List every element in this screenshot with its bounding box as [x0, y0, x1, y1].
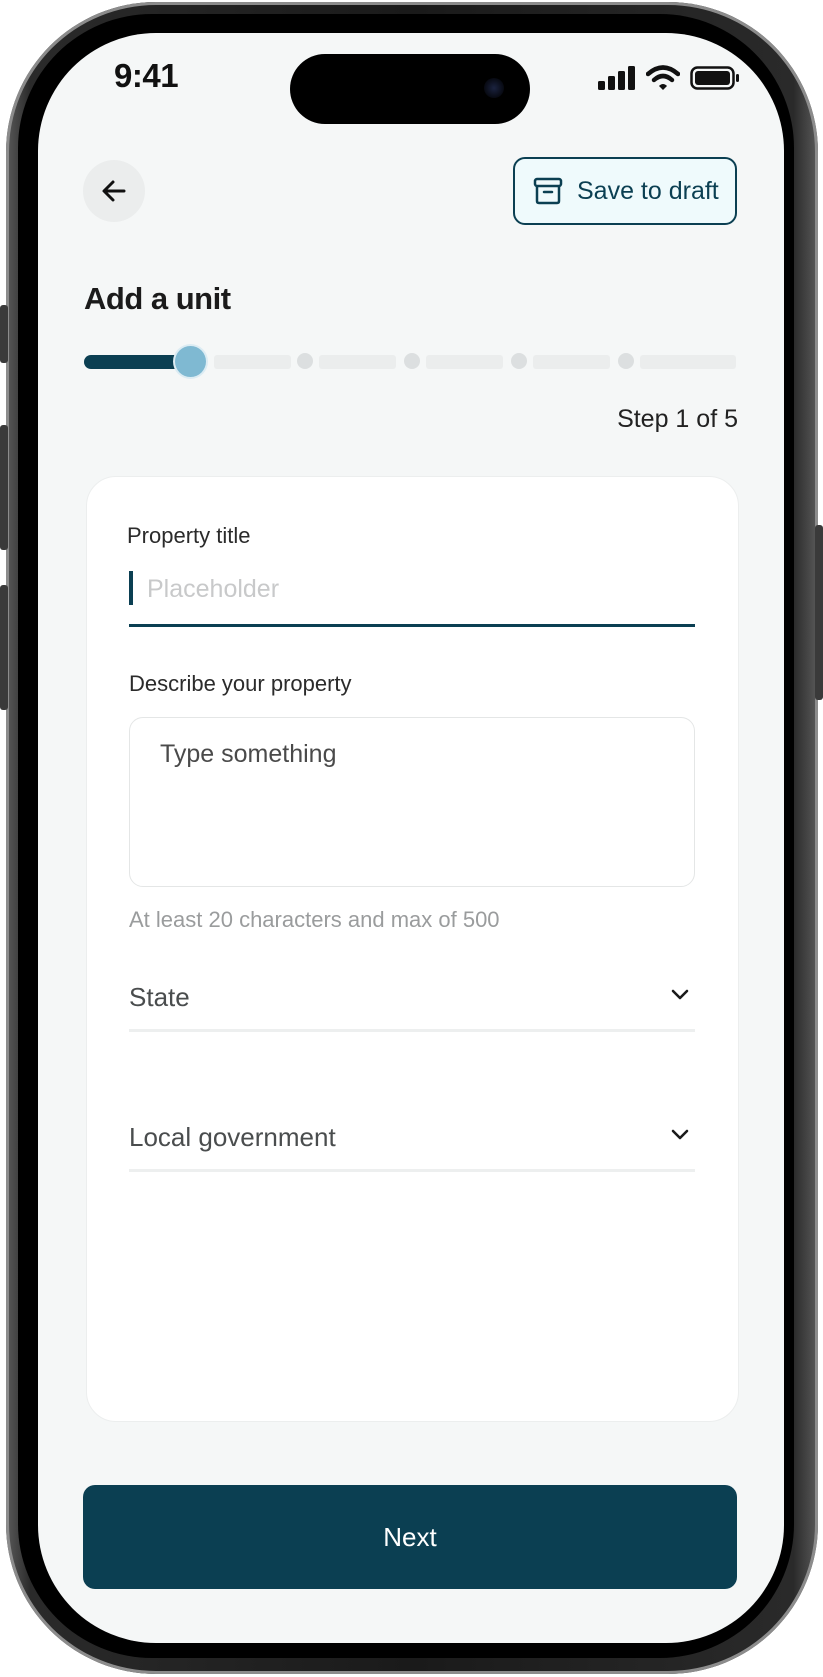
step-segment	[533, 355, 610, 369]
power-button	[815, 525, 823, 700]
chevron-down-icon	[671, 1129, 689, 1140]
action-button	[0, 305, 8, 363]
page-title: Add a unit	[84, 281, 231, 316]
chevron-down-icon	[671, 989, 689, 1000]
step-segment-complete	[84, 355, 184, 369]
property-title-input[interactable]	[147, 569, 687, 609]
volume-up-button	[0, 425, 8, 550]
step-indicator	[618, 353, 634, 369]
archive-box-icon	[533, 177, 563, 205]
description-helper-text: At least 20 characters and max of 500	[129, 907, 500, 932]
arrow-left-icon	[102, 180, 126, 202]
step-segment	[214, 355, 291, 369]
local-government-select[interactable]: Local government	[129, 1112, 695, 1172]
step-count-label: Step 1 of 5	[617, 405, 738, 433]
text-caret	[129, 571, 133, 605]
unit-form-card: Property title Describe your property At…	[86, 476, 739, 1422]
step-indicator	[511, 353, 527, 369]
next-button-label: Next	[383, 1521, 437, 1552]
wifi-icon	[646, 65, 680, 90]
state-select[interactable]: State	[129, 972, 695, 1032]
step-segment	[426, 355, 503, 369]
status-icons	[598, 65, 740, 91]
save-to-draft-button[interactable]: Save to draft	[513, 157, 737, 225]
battery-icon	[690, 66, 739, 90]
step-indicator-current	[175, 346, 206, 377]
description-textarea[interactable]	[129, 717, 695, 887]
step-segment	[319, 355, 396, 369]
next-button[interactable]: Next	[83, 1485, 737, 1589]
cellular-signal-icon	[598, 66, 635, 90]
property-title-field	[129, 569, 695, 627]
step-indicator	[297, 353, 313, 369]
app-screen: 9:41 Save to draft Add a unit Step 1 of …	[38, 33, 784, 1643]
dynamic-island	[290, 54, 530, 124]
status-time: 9:41	[114, 57, 179, 94]
property-title-label: Property title	[127, 523, 251, 548]
volume-down-button	[0, 585, 8, 710]
step-indicator	[404, 353, 420, 369]
progress-stepper	[84, 341, 736, 381]
local-government-select-label: Local government	[129, 1122, 336, 1152]
step-segment	[640, 355, 736, 369]
front-camera-icon	[484, 78, 504, 98]
state-select-label: State	[129, 982, 190, 1012]
back-button[interactable]	[83, 160, 145, 222]
save-to-draft-label: Save to draft	[577, 176, 719, 205]
description-label: Describe your property	[129, 671, 352, 696]
